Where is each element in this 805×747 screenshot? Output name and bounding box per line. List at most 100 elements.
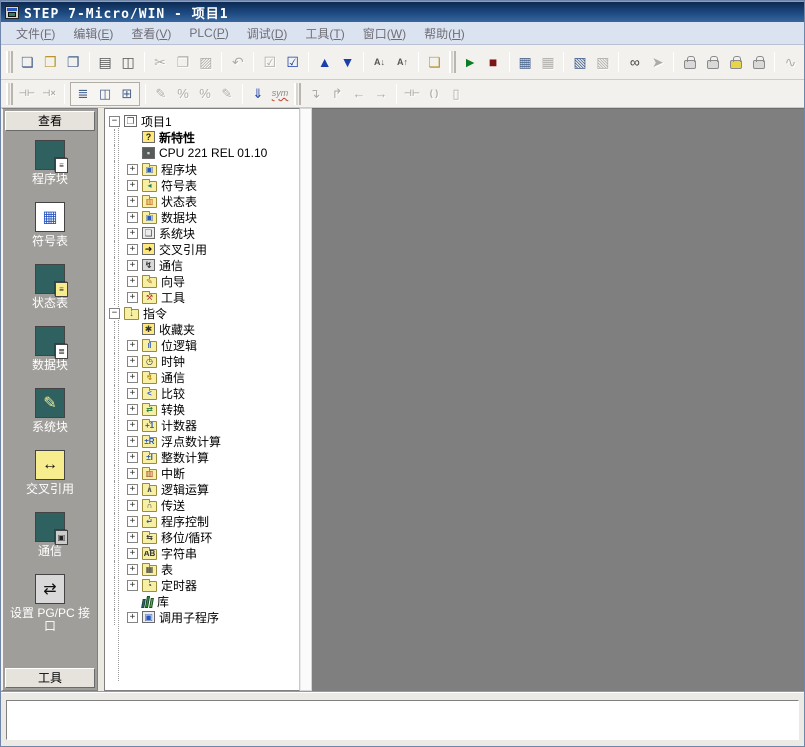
undo-button[interactable]: ↶: [226, 50, 249, 74]
tree-item-cpu-221[interactable]: ▪CPU 221 REL 01.10: [109, 145, 299, 161]
tree-expand-plus-box[interactable]: +: [127, 212, 138, 223]
tree-expand-plus-box[interactable]: +: [127, 500, 138, 511]
tree-item-integer-math[interactable]: +±I整数计算: [109, 449, 299, 465]
view-stl-button[interactable]: ≣: [72, 83, 94, 105]
toolbar-drag-handle[interactable]: [449, 51, 456, 73]
download-button[interactable]: ▼: [336, 50, 359, 74]
tree-item-symbol-table[interactable]: +◂符号表: [109, 177, 299, 193]
options-button[interactable]: ❏: [423, 50, 446, 74]
copy-button[interactable]: ❐: [171, 50, 194, 74]
tree-item-floating-point-math[interactable]: +±R浮点数计算: [109, 433, 299, 449]
pause-program-status-button[interactable]: ▦: [537, 50, 560, 74]
ladder-contact-x-button[interactable]: ⊣×: [38, 83, 60, 105]
menu-item-view[interactable]: 查看(V): [122, 23, 180, 44]
sidebar-item-set-pg-pc-interface[interactable]: ⇄设置 PG/PC 接口: [5, 574, 95, 633]
upload-button[interactable]: ▲: [313, 50, 336, 74]
tree-expand-plus-box[interactable]: +: [127, 164, 138, 175]
edit-mode-3-button[interactable]: %: [194, 83, 216, 105]
tree-item-tools[interactable]: +⚒工具: [109, 289, 299, 305]
cut-button[interactable]: ✂: [149, 50, 172, 74]
tree-item-wizards[interactable]: +✎向导: [109, 273, 299, 289]
bookmark-glasses-button[interactable]: ∞: [623, 50, 646, 74]
trend-chart-button[interactable]: ∿: [779, 50, 802, 74]
tree-expand-plus-box[interactable]: +: [127, 276, 138, 287]
tree-expand-plus-box[interactable]: +: [127, 516, 138, 527]
toolbar-drag-handle[interactable]: [294, 83, 301, 105]
tree-item-timers[interactable]: +◔定时器: [109, 577, 299, 593]
program-status-button[interactable]: ▦: [514, 50, 537, 74]
tree-item-libraries[interactable]: 库: [109, 593, 299, 609]
tree-item-logical-operations[interactable]: +∧逻辑运算: [109, 481, 299, 497]
tree-item-counters[interactable]: ++1计数器: [109, 417, 299, 433]
lock-3-button[interactable]: [747, 50, 770, 74]
insert-contact-button[interactable]: ⊣⊢: [401, 83, 423, 105]
tree-item-status-chart[interactable]: +▥状态表: [109, 193, 299, 209]
pointer-button[interactable]: ➤: [646, 50, 669, 74]
tree-expand-minus-box[interactable]: −: [109, 116, 120, 127]
tree-item-whats-new[interactable]: ?新特性: [109, 129, 299, 145]
line-right-button[interactable]: →: [370, 83, 392, 105]
output-box[interactable]: [6, 700, 799, 740]
tree-item-instructions[interactable]: −↓指令: [109, 305, 299, 321]
tree-expand-plus-box[interactable]: +: [127, 228, 138, 239]
run-button[interactable]: ►: [459, 50, 482, 74]
tree-expand-plus-box[interactable]: +: [127, 548, 138, 559]
print-preview-button[interactable]: ◫: [117, 50, 140, 74]
line-up-button[interactable]: ↱: [326, 83, 348, 105]
line-left-button[interactable]: ←: [348, 83, 370, 105]
tree-item-compare[interactable]: +<比较: [109, 385, 299, 401]
tree-item-table[interactable]: +▦表: [109, 561, 299, 577]
tools-bar-header-button[interactable]: 工具: [5, 668, 95, 688]
insert-box-button[interactable]: ▯: [445, 83, 467, 105]
tree-expand-plus-box[interactable]: +: [127, 356, 138, 367]
toolbar-drag-handle[interactable]: [6, 51, 13, 73]
sidebar-item-system-block[interactable]: ✎系统块: [5, 388, 95, 434]
pause-chart-status-button[interactable]: ▧: [591, 50, 614, 74]
lock-1-button[interactable]: [678, 50, 701, 74]
new-project-button[interactable]: ❏: [16, 50, 39, 74]
stop-button[interactable]: ■: [482, 50, 505, 74]
tree-expand-plus-box[interactable]: +: [127, 484, 138, 495]
view-lad-button[interactable]: ⊞: [116, 83, 138, 105]
tree-expand-plus-box[interactable]: +: [127, 612, 138, 623]
tree-expand-plus-box[interactable]: +: [127, 340, 138, 351]
compile-button[interactable]: ☑: [258, 50, 281, 74]
edit-mode-1-button[interactable]: ✎: [150, 83, 172, 105]
tree-item-convert[interactable]: +⇄转换: [109, 401, 299, 417]
tree-item-communications-instr[interactable]: +↯通信: [109, 369, 299, 385]
tree-item-clock[interactable]: +◷时钟: [109, 353, 299, 369]
sidebar-item-symbol-table[interactable]: ▦符号表: [5, 202, 95, 248]
toolbar-drag-handle[interactable]: [6, 83, 13, 105]
tree-expand-plus-box[interactable]: +: [127, 580, 138, 591]
tree-item-program-block[interactable]: +▣程序块: [109, 161, 299, 177]
tree-item-move[interactable]: +∩传送: [109, 497, 299, 513]
tree-expand-plus-box[interactable]: +: [127, 180, 138, 191]
view-bar-header-button[interactable]: 查看: [5, 111, 95, 131]
insert-coil-button[interactable]: ( ): [423, 83, 445, 105]
sort-descending-button[interactable]: A↑: [391, 50, 414, 74]
tree-expand-plus-box[interactable]: +: [127, 260, 138, 271]
sidebar-item-communications[interactable]: ▣通信: [5, 512, 95, 558]
tree-item-bit-logic[interactable]: +‖位逻辑: [109, 337, 299, 353]
tree-expand-plus-box[interactable]: +: [127, 196, 138, 207]
tree-expand-plus-box[interactable]: +: [127, 244, 138, 255]
sort-ascending-button[interactable]: A↓: [368, 50, 391, 74]
tree-item-system-block[interactable]: +❏系统块: [109, 225, 299, 241]
compile-all-button[interactable]: ☑: [281, 50, 304, 74]
view-lad-stl-button[interactable]: ◫: [94, 83, 116, 105]
absolute-addressing-button[interactable]: ⇓: [247, 83, 269, 105]
tree-item-communications[interactable]: +↯通信: [109, 257, 299, 273]
sidebar-item-program-block[interactable]: ≡程序块: [5, 140, 95, 186]
tree-item-favorites[interactable]: ✱收藏夹: [109, 321, 299, 337]
tree-expand-plus-box[interactable]: +: [127, 452, 138, 463]
line-down-button[interactable]: ↴: [304, 83, 326, 105]
tree-expand-plus-box[interactable]: +: [127, 532, 138, 543]
sidebar-item-cross-reference[interactable]: ↔交叉引用: [5, 450, 95, 496]
lock-2-button[interactable]: [701, 50, 724, 74]
tree-item-project-1[interactable]: −❐项目1: [109, 113, 299, 129]
tree-expand-plus-box[interactable]: +: [127, 420, 138, 431]
sidebar-item-data-block[interactable]: ≣数据块: [5, 326, 95, 372]
tree-expand-plus-box[interactable]: +: [127, 292, 138, 303]
ladder-contact-io-button[interactable]: ⊣⊢: [16, 83, 38, 105]
tree-scrollbar[interactable]: [300, 108, 312, 691]
